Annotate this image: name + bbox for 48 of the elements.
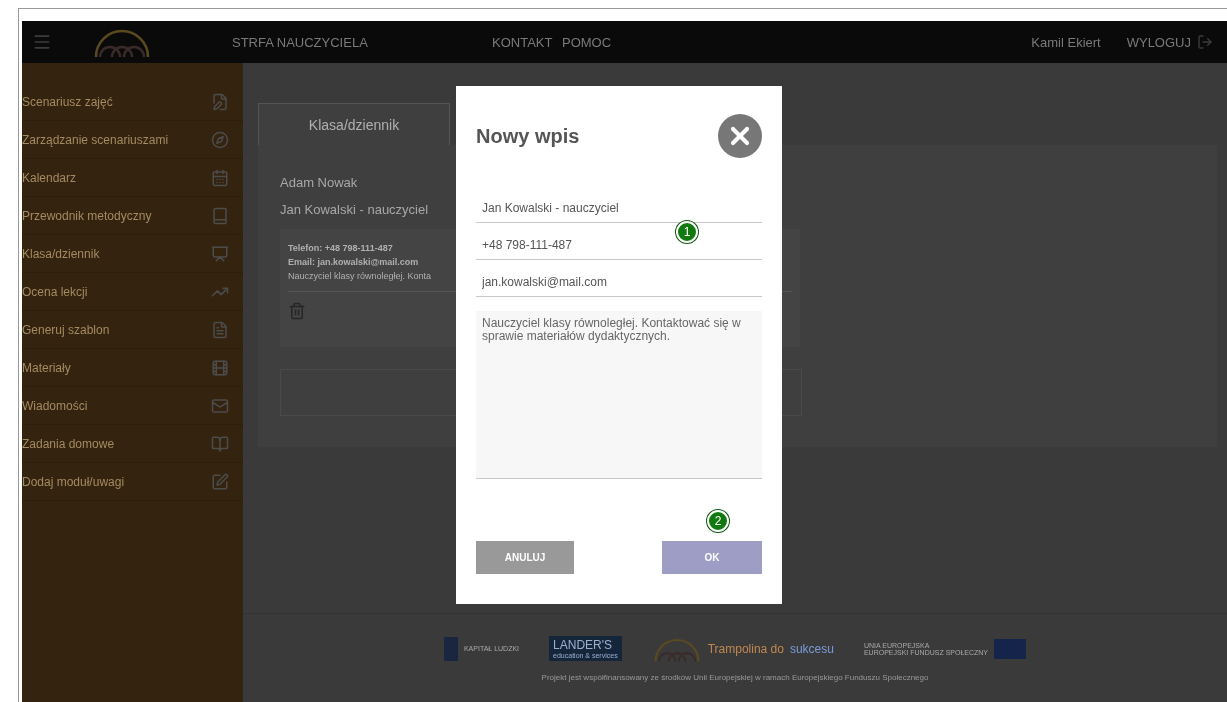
sidebar-item[interactable]: Scenariusz zajęć [22, 83, 243, 121]
sidebar-item[interactable]: Przewodnik metodyczny [22, 197, 243, 235]
teacher-name: Jan Kowalski - nauczyciel [280, 202, 429, 217]
dialog-title: Nowy wpis [476, 124, 580, 148]
note-icon [211, 472, 229, 491]
logout-icon[interactable] [1197, 34, 1213, 50]
logo-text: sukcesu [789, 641, 834, 656]
tab[interactable]: Klasa/dziennik [258, 103, 450, 145]
film-icon [211, 358, 229, 377]
logout-link[interactable]: WYLOGUJ [1126, 34, 1191, 50]
close-button[interactable] [718, 114, 762, 158]
footer-caption: Projekt jest współfinansowany ze środków Unii Europejskiej w ramach Europejskiego Funduszu Społecznego [541, 672, 929, 682]
flag-logo-icon [443, 636, 458, 661]
nav-link[interactable]: POMOC [562, 34, 612, 50]
sidebar-item[interactable]: Dodaj moduł/uwagi [22, 463, 243, 501]
logo-text: Trampolina do [707, 641, 784, 656]
logo-text: LANDER'S [553, 638, 614, 652]
sidebar-item[interactable]: Ocena lekcji [22, 273, 243, 311]
brand-title: STRFA NAUCZYCIELA [232, 34, 369, 50]
document-icon [211, 320, 229, 339]
ok-button[interactable]: OK [662, 541, 762, 574]
contact-detail: Telefon: +48 798-111-487 [288, 243, 393, 253]
user-name: Kamil Ekiert [1031, 34, 1101, 50]
sidebar-item[interactable]: Wiadomości [22, 387, 243, 425]
cancel-button[interactable]: ANULUJ [476, 541, 574, 574]
note-field[interactable]: Nauczyciel klasy równoległej. Kontaktować się w sprawie materiałów dydaktycznych. [476, 311, 762, 479]
compass-icon [211, 130, 229, 149]
step-marker: 2 [707, 510, 729, 532]
menu-icon[interactable] [32, 32, 52, 52]
sidebar-item[interactable]: Generuj szablon [22, 311, 243, 349]
contact-detail: Email: jan.kowalski@mail.com [288, 257, 419, 267]
sidebar-item[interactable]: Klasa/dziennik [22, 235, 243, 273]
nav-link[interactable]: KONTAKT [492, 34, 562, 50]
mail-icon [211, 396, 229, 415]
presentation-icon [211, 244, 229, 263]
pen-icon [211, 92, 229, 111]
book-icon [211, 206, 229, 225]
eu-flag-icon [994, 638, 1027, 659]
sidebar-item[interactable]: Zadania domowe [22, 425, 243, 463]
sidebar-item[interactable]: Kalendarz [22, 159, 243, 197]
sidebar-item[interactable]: Zarządzanie scenariuszami [22, 121, 243, 159]
sidebar-item[interactable]: Materiały [22, 349, 243, 387]
step-marker: 1 [676, 221, 698, 243]
calendar-icon [211, 168, 229, 187]
open-book-icon [211, 434, 229, 453]
contact-note: Nauczyciel klasy równoległej. Konta [288, 271, 432, 281]
trash-icon[interactable] [288, 302, 306, 320]
contact-name: Adam Nowak [280, 175, 358, 190]
